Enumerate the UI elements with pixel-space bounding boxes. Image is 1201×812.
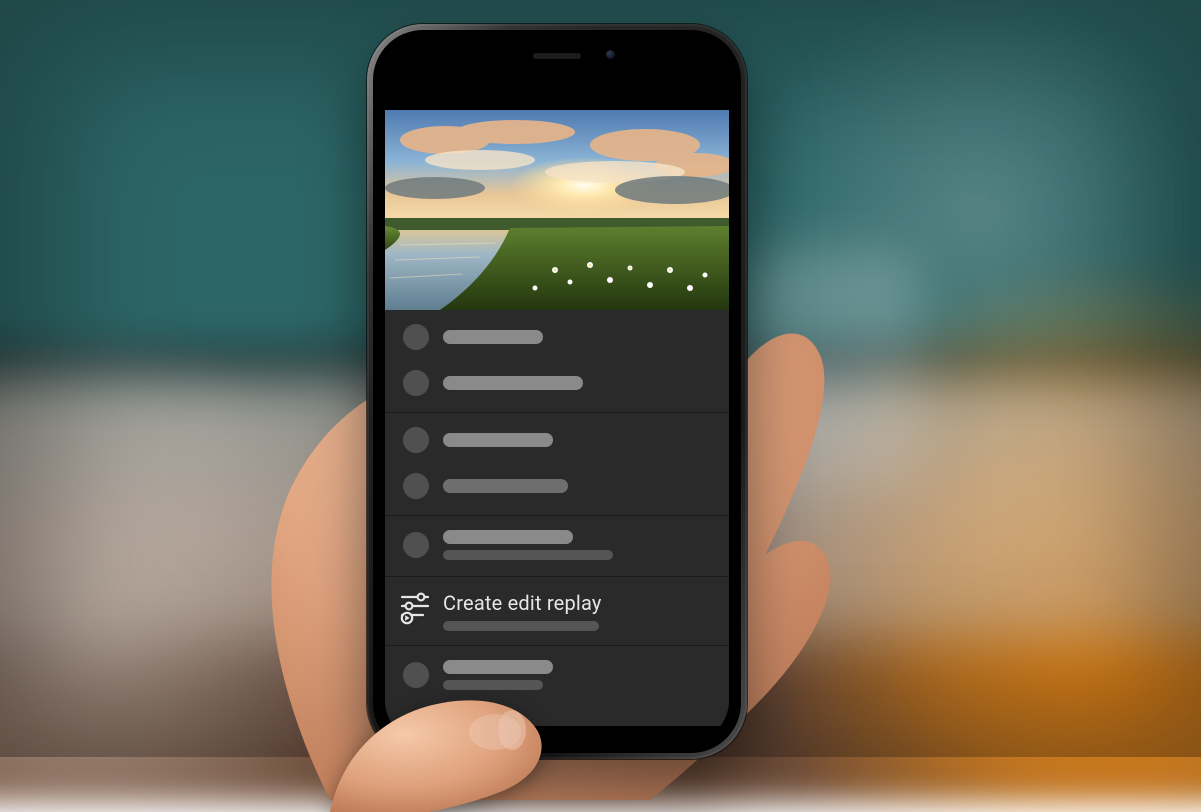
- list-item[interactable]: [385, 360, 729, 406]
- list-item[interactable]: [385, 650, 729, 720]
- placeholder-icon: [403, 370, 429, 396]
- placeholder-subtext: [443, 550, 613, 560]
- list-item[interactable]: [385, 417, 729, 463]
- phone-notch: [465, 42, 649, 74]
- create-edit-replay-label: Create edit replay: [443, 591, 602, 615]
- option-group-5: [385, 646, 729, 726]
- list-item[interactable]: [385, 463, 729, 509]
- placeholder-text: [443, 433, 553, 447]
- option-group-replay: Create edit replay: [385, 577, 729, 646]
- placeholder-text: [443, 660, 553, 674]
- edit-replay-icon: [399, 591, 431, 625]
- option-group-1: [385, 310, 729, 413]
- list-item[interactable]: [385, 314, 729, 360]
- placeholder-text: [443, 479, 568, 493]
- create-edit-replay-item[interactable]: Create edit replay: [385, 581, 729, 639]
- photo-preview[interactable]: [385, 110, 729, 310]
- option-group-3: [385, 516, 729, 577]
- placeholder-text: [443, 330, 543, 344]
- placeholder-icon: [403, 662, 429, 688]
- placeholder-icon: [403, 324, 429, 350]
- options-list: Create edit replay: [385, 310, 729, 726]
- placeholder-subtext: [443, 680, 543, 690]
- option-group-2: [385, 413, 729, 516]
- phone-device: Create edit replay: [367, 24, 747, 759]
- phone-screen: Create edit replay: [385, 42, 729, 741]
- list-item[interactable]: [385, 520, 729, 570]
- placeholder-icon: [403, 427, 429, 453]
- placeholder-subtext: [443, 621, 599, 631]
- placeholder-icon: [403, 532, 429, 558]
- placeholder-text: [443, 530, 573, 544]
- placeholder-icon: [403, 473, 429, 499]
- placeholder-text: [443, 376, 583, 390]
